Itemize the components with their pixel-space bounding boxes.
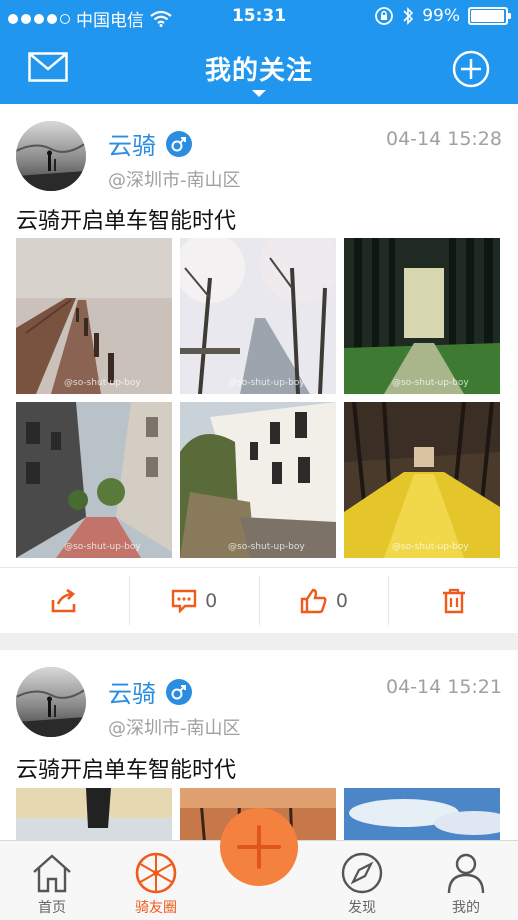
tab-circle[interactable]: 骑友圈 — [106, 841, 206, 920]
tab-mine[interactable]: 我的 — [416, 841, 516, 920]
thumbs-up-icon — [300, 588, 327, 613]
post-text: 云骑开启单车智能时代 — [16, 758, 237, 783]
home-icon — [33, 854, 71, 893]
post-time: 04-14 15:28 — [385, 128, 502, 150]
photo-tibet-alley[interactable]: @so-shut-up-boy — [180, 402, 336, 558]
avatar[interactable] — [16, 121, 86, 191]
create-post-button[interactable] — [220, 808, 298, 886]
male-icon — [166, 678, 192, 705]
photo-forest-road[interactable]: @so-shut-up-boy — [344, 238, 500, 394]
user-row: 云骑 — [108, 674, 192, 709]
photo-grid: @so-shut-up-boy @so-shut-up-boy @so-shut… — [16, 238, 500, 558]
like-count: 0 — [335, 589, 348, 612]
post-card: 云骑 @深圳市-南山区 04-14 15:28 云骑开启单车智能时代 @so-s… — [0, 104, 518, 633]
user-icon — [447, 853, 485, 894]
add-icon[interactable] — [452, 50, 490, 88]
compass-icon — [341, 852, 383, 894]
rotation-lock-icon — [375, 7, 394, 25]
avatar[interactable] — [16, 667, 86, 737]
photo-watermark: @so-shut-up-boy — [392, 542, 469, 552]
status-right: 99% — [374, 6, 511, 26]
photo-pier[interactable]: @so-shut-up-boy — [16, 238, 172, 394]
post-actions: 0 0 — [0, 567, 518, 633]
photo-street[interactable]: @so-shut-up-boy — [16, 402, 172, 558]
page-title[interactable]: 我的关注 — [0, 50, 518, 87]
like-button[interactable]: 0 — [260, 576, 390, 625]
battery-icon — [468, 7, 511, 25]
photo-watermark: @so-shut-up-boy — [392, 378, 469, 388]
title-dropdown-caret-icon[interactable] — [252, 90, 266, 97]
comment-icon — [171, 589, 197, 613]
feed[interactable]: 云骑 @深圳市-南山区 04-14 15:28 云骑开启单车智能时代 @so-s… — [0, 104, 518, 840]
share-button[interactable] — [0, 576, 130, 625]
post-text: 云骑开启单车智能时代 — [16, 209, 237, 234]
username[interactable]: 云骑 — [108, 674, 156, 709]
wheel-icon — [135, 852, 177, 894]
post-location: @深圳市-南山区 — [108, 718, 241, 739]
post-location: @深圳市-南山区 — [108, 170, 241, 191]
nav-bar: 我的关注 — [0, 34, 518, 104]
delete-button[interactable] — [389, 576, 518, 625]
tab-circle-label: 骑友圈 — [135, 900, 177, 916]
photo-ginkgo-path[interactable]: @so-shut-up-boy — [344, 402, 500, 558]
photo-sky-field[interactable] — [344, 788, 500, 840]
comment-count: 0 — [205, 589, 218, 612]
username[interactable]: 云骑 — [108, 126, 156, 161]
photo-person-dusk[interactable] — [16, 788, 172, 840]
user-row: 云骑 — [108, 126, 192, 161]
comment-button[interactable]: 0 — [130, 576, 260, 625]
photo-watermark: @so-shut-up-boy — [228, 378, 305, 388]
status-bar: 中国电信 15:31 99% — [0, 0, 518, 34]
photo-watermark: @so-shut-up-boy — [64, 542, 141, 552]
header: 中国电信 15:31 99% 我的关注 — [0, 0, 518, 104]
tab-home-label: 首页 — [38, 900, 66, 916]
battery-percent: 99% — [422, 6, 460, 26]
photo-cherry-path[interactable]: @so-shut-up-boy — [180, 238, 336, 394]
share-icon — [52, 588, 76, 612]
photo-watermark: @so-shut-up-boy — [64, 378, 141, 388]
bluetooth-icon — [403, 7, 414, 25]
tab-discover-label: 发现 — [348, 900, 376, 916]
photo-watermark: @so-shut-up-boy — [228, 542, 305, 552]
male-icon — [166, 130, 192, 157]
trash-icon — [442, 588, 465, 613]
tab-home[interactable]: 首页 — [2, 841, 102, 920]
tab-mine-label: 我的 — [452, 900, 480, 916]
tab-discover[interactable]: 发现 — [312, 841, 412, 920]
post-time: 04-14 15:21 — [385, 676, 502, 698]
